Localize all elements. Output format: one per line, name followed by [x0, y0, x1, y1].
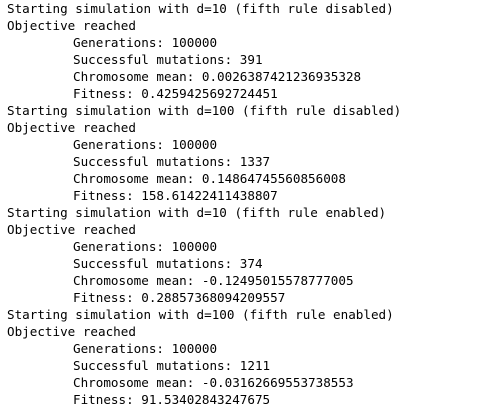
chromosome-mean-line: Chromosome mean: -0.03162669553738553	[73, 375, 354, 390]
terminal-output: Starting simulation with d=10 (fifth rul…	[0, 0, 483, 415]
generations-line: Generations: 100000	[73, 35, 218, 50]
generations-line: Generations: 100000	[73, 239, 218, 254]
successful-mutations-line: Successful mutations: 374	[73, 256, 263, 271]
simulation-run-1: Starting simulation with d=10 (fifth rul…	[7, 0, 483, 102]
run-status: Objective reached	[7, 222, 136, 237]
generations-line: Generations: 100000	[73, 341, 218, 356]
simulation-run-4: Starting simulation with d=100 (fifth ru…	[7, 306, 483, 408]
simulation-run-2: Starting simulation with d=100 (fifth ru…	[7, 102, 483, 204]
fitness-line: Fitness: 0.4259425692724451	[73, 86, 278, 101]
run-status: Objective reached	[7, 324, 136, 339]
run-status: Objective reached	[7, 18, 136, 33]
run-header: Starting simulation with d=10 (fifth rul…	[7, 205, 387, 220]
chromosome-mean-line: Chromosome mean: 0.14864745560856008	[73, 171, 346, 186]
run-status: Objective reached	[7, 120, 136, 135]
successful-mutations-line: Successful mutations: 1211	[73, 358, 271, 373]
run-header: Starting simulation with d=100 (fifth ru…	[7, 103, 402, 118]
simulation-run-3: Starting simulation with d=10 (fifth rul…	[7, 204, 483, 306]
chromosome-mean-line: Chromosome mean: -0.12495015578777005	[73, 273, 354, 288]
fitness-line: Fitness: 91.53402843247675	[73, 392, 271, 407]
generations-line: Generations: 100000	[73, 137, 218, 152]
fitness-line: Fitness: 0.28857368094209557	[73, 290, 286, 305]
run-header: Starting simulation with d=100 (fifth ru…	[7, 307, 394, 322]
successful-mutations-line: Successful mutations: 391	[73, 52, 263, 67]
run-header: Starting simulation with d=10 (fifth rul…	[7, 1, 394, 16]
fitness-line: Fitness: 158.61422411438807	[73, 188, 278, 203]
successful-mutations-line: Successful mutations: 1337	[73, 154, 271, 169]
chromosome-mean-line: Chromosome mean: 0.0026387421236935328	[73, 69, 362, 84]
